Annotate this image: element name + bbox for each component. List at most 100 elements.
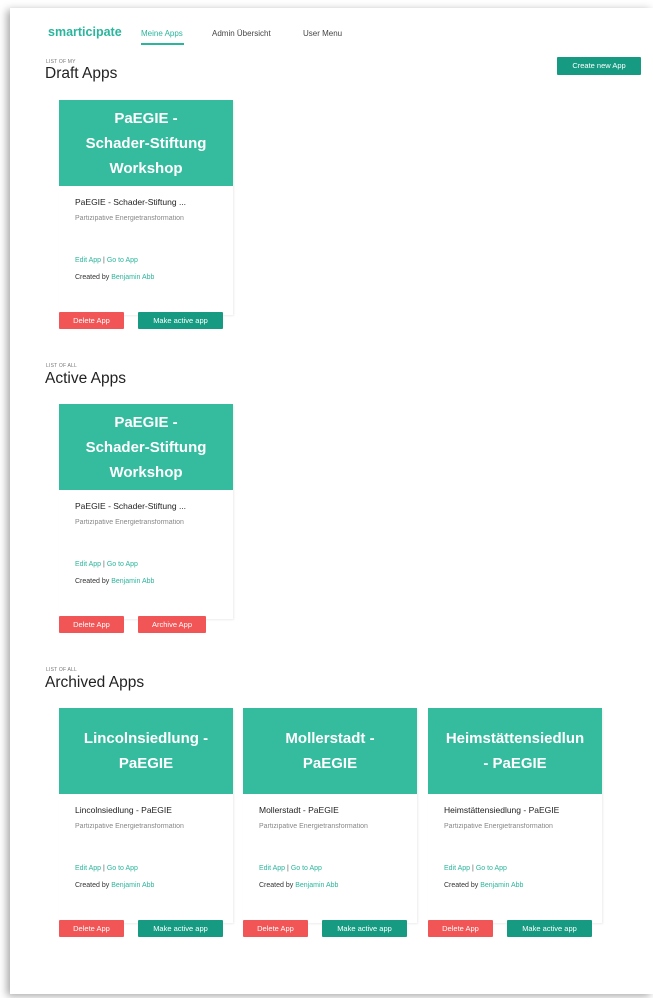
card-header-line: Mollerstadt - — [285, 730, 375, 747]
app-card: PaEGIE - Schader-Stiftung Workshop PaEGI… — [59, 404, 233, 619]
draft-section-title: Draft Apps — [45, 65, 118, 82]
card-created-by: Created by Benjamin Abb — [75, 578, 154, 585]
app-card: Lincolnsiedlung - PaEGIE Lincolnsiedlung… — [59, 708, 233, 923]
make-active-app-button[interactable]: Make active app — [138, 920, 223, 937]
delete-app-button[interactable]: Delete App — [428, 920, 493, 937]
card-app-subtitle: Partizipative Energietransformation — [259, 823, 368, 830]
card-header-line: Workshop — [109, 159, 183, 177]
card-actions: Delete App Archive App — [59, 616, 206, 633]
card-app-name: Mollerstadt - PaEGIE — [259, 805, 339, 815]
author-link[interactable]: Benjamin Abb — [295, 882, 338, 889]
go-to-app-link[interactable]: Go to App — [291, 865, 322, 872]
card-header[interactable]: PaEGIE - Schader-Stiftung Workshop — [59, 404, 233, 490]
go-to-app-link[interactable]: Go to App — [107, 865, 138, 872]
created-by-label: Created by — [259, 882, 294, 889]
link-separator: | — [472, 865, 474, 872]
card-header-line: Schader-Stiftung — [85, 438, 207, 456]
edit-app-link[interactable]: Edit App — [75, 865, 101, 872]
active-section-title: Active Apps — [45, 370, 126, 387]
nav-meine-apps[interactable]: Meine Apps — [141, 29, 183, 38]
author-link[interactable]: Benjamin Abb — [480, 882, 523, 889]
card-app-name: Heimstättensiedlung - PaEGIE — [444, 805, 560, 815]
card-header-line: - PaEGIE — [483, 755, 547, 772]
card-app-name: PaEGIE - Schader-Stiftung ... — [75, 501, 187, 511]
link-separator: | — [103, 257, 105, 264]
created-by-label: Created by — [75, 882, 110, 889]
card-links: Edit App | Go to App — [444, 865, 507, 872]
card-header[interactable]: PaEGIE - Schader-Stiftung Workshop — [59, 100, 233, 186]
archived-section-label: LIST OF ALL — [46, 667, 78, 673]
delete-app-button[interactable]: Delete App — [59, 920, 124, 937]
nav-admin-uebersicht[interactable]: Admin Übersicht — [212, 29, 271, 38]
card-actions: Delete App Make active app — [59, 920, 223, 937]
card-header-line: PaEGIE - — [114, 413, 178, 431]
active-section-label: LIST OF ALL — [46, 363, 78, 369]
archive-app-button[interactable]: Archive App — [138, 616, 206, 633]
app-window: smarticipate Meine Apps Admin Übersicht … — [10, 8, 653, 994]
edit-app-link[interactable]: Edit App — [444, 865, 470, 872]
card-actions: Delete App Make active app — [243, 920, 407, 937]
card-app-subtitle: Partizipative Energietransformation — [75, 215, 184, 222]
edit-app-link[interactable]: Edit App — [259, 865, 285, 872]
top-nav: smarticipate Meine Apps Admin Übersicht … — [10, 8, 653, 54]
card-created-by: Created by Benjamin Abb — [75, 274, 154, 281]
make-active-app-button[interactable]: Make active app — [138, 312, 223, 329]
create-new-app-button[interactable]: Create new App — [557, 57, 641, 75]
link-separator: | — [287, 865, 289, 872]
card-header-line: PaEGIE — [118, 755, 174, 772]
make-active-app-button[interactable]: Make active app — [507, 920, 592, 937]
card-body: PaEGIE - Schader-Stiftung ... Partizipat… — [59, 490, 233, 619]
card-header[interactable]: Lincolnsiedlung - PaEGIE — [59, 708, 233, 794]
delete-app-button[interactable]: Delete App — [243, 920, 308, 937]
card-body: PaEGIE - Schader-Stiftung ... Partizipat… — [59, 186, 233, 315]
edit-app-link[interactable]: Edit App — [75, 561, 101, 568]
app-card: PaEGIE - Schader-Stiftung Workshop PaEGI… — [59, 100, 233, 315]
archived-section-title: Archived Apps — [45, 674, 145, 691]
card-header[interactable]: Mollerstadt - PaEGIE — [243, 708, 417, 794]
nav-user-menu[interactable]: User Menu — [303, 29, 342, 38]
card-links: Edit App | Go to App — [75, 257, 138, 264]
card-created-by: Created by Benjamin Abb — [259, 882, 338, 889]
go-to-app-link[interactable]: Go to App — [107, 561, 138, 568]
created-by-label: Created by — [75, 274, 110, 281]
card-app-subtitle: Partizipative Energietransformation — [444, 823, 553, 830]
active-tab-indicator — [141, 43, 184, 45]
card-app-name: PaEGIE - Schader-Stiftung ... — [75, 197, 187, 207]
go-to-app-link[interactable]: Go to App — [476, 865, 507, 872]
card-created-by: Created by Benjamin Abb — [444, 882, 523, 889]
author-link[interactable]: Benjamin Abb — [111, 882, 154, 889]
app-card: Mollerstadt - PaEGIE Mollerstadt - PaEGI… — [243, 708, 417, 923]
card-body: Heimstättensiedlung - PaEGIE Partizipati… — [428, 794, 602, 923]
brand-logo[interactable]: smarticipate — [48, 25, 122, 39]
delete-app-button[interactable]: Delete App — [59, 616, 124, 633]
card-links: Edit App | Go to App — [75, 561, 138, 568]
card-app-name: Lincolnsiedlung - PaEGIE — [75, 805, 172, 815]
card-app-subtitle: Partizipative Energietransformation — [75, 823, 184, 830]
author-link[interactable]: Benjamin Abb — [111, 274, 154, 281]
card-body: Mollerstadt - PaEGIE Partizipative Energ… — [243, 794, 417, 923]
card-header-line: PaEGIE - — [114, 109, 178, 127]
created-by-label: Created by — [444, 882, 479, 889]
created-by-label: Created by — [75, 578, 110, 585]
card-links: Edit App | Go to App — [75, 865, 138, 872]
card-body: Lincolnsiedlung - PaEGIE Partizipative E… — [59, 794, 233, 923]
card-header-line: Heimstättensiedlun — [445, 730, 585, 747]
card-header-line: Workshop — [109, 463, 183, 481]
card-created-by: Created by Benjamin Abb — [75, 882, 154, 889]
card-header-line: Schader-Stiftung — [85, 134, 207, 152]
card-actions: Delete App Make active app — [428, 920, 592, 937]
card-actions: Delete App Make active app — [59, 312, 223, 329]
card-header-line: PaEGIE — [302, 755, 358, 772]
app-card: Heimstättensiedlun - PaEGIE Heimstättens… — [428, 708, 602, 923]
card-links: Edit App | Go to App — [259, 865, 322, 872]
delete-app-button[interactable]: Delete App — [59, 312, 124, 329]
link-separator: | — [103, 561, 105, 568]
author-link[interactable]: Benjamin Abb — [111, 578, 154, 585]
card-app-subtitle: Partizipative Energietransformation — [75, 519, 184, 526]
edit-app-link[interactable]: Edit App — [75, 257, 101, 264]
card-header[interactable]: Heimstättensiedlun - PaEGIE — [428, 708, 602, 794]
go-to-app-link[interactable]: Go to App — [107, 257, 138, 264]
card-header-line: Lincolnsiedlung - — [83, 730, 209, 747]
make-active-app-button[interactable]: Make active app — [322, 920, 407, 937]
link-separator: | — [103, 865, 105, 872]
